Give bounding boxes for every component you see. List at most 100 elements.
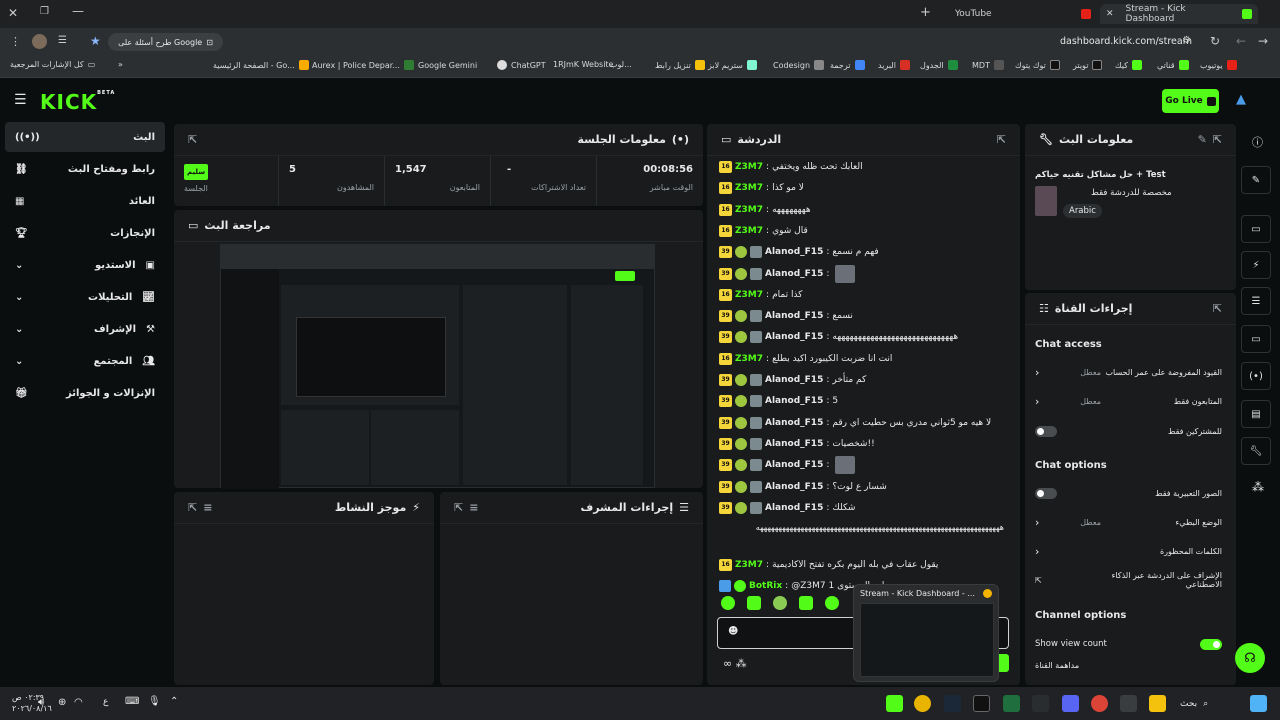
channel-action-row[interactable]: ⇱ الإشراف على الدردشة عبر الذكاء الاصطناع… [1035, 569, 1222, 591]
new-tab-icon[interactable]: + [920, 5, 931, 20]
chrome-icon[interactable] [914, 695, 931, 712]
bookmark-tiktok[interactable]: توك يتوك [1015, 60, 1060, 70]
go-live-button[interactable]: Go Live [1162, 89, 1219, 113]
bookmark-streamlabs[interactable]: ستريم لابز [708, 60, 757, 70]
emote-icon[interactable] [721, 596, 735, 610]
chat-message[interactable]: 16 Z3M7: العابك تحت ظله ويختفي [719, 158, 1010, 176]
chat-username[interactable]: Alanod_F15 [765, 482, 823, 492]
chat-message[interactable]: 39 Alanod_F15: ههههههههههههههههههههههههههه… [719, 328, 1010, 346]
tab-kick-dashboard[interactable]: ✕ Stream - Kick Dashboard [1100, 4, 1258, 24]
hamburger-menu-icon[interactable]: ☰ [14, 92, 27, 108]
rail-live-button[interactable]: (•) [1241, 362, 1271, 390]
chat-message[interactable]: 16 Z3M7: انت انا ضربت الكيبورد اكيد بطلع [719, 350, 1010, 368]
chat-message[interactable]: 39 Alanod_F15: فهم م نسمع [719, 243, 1010, 261]
bookmark-channel[interactable]: قناتي [1157, 60, 1189, 70]
chat-message[interactable]: 39 Alanod_F15: شكلك [719, 499, 1010, 517]
chat-username[interactable]: Alanod_F15 [765, 247, 823, 257]
sidebar-item-achievements[interactable]: 🏆︎ الإنجازات [5, 218, 165, 248]
chat-message[interactable]: 16 Z3M7: ههههههههه [719, 201, 1010, 219]
emoji-icon[interactable]: ☻ [728, 626, 738, 637]
chat-username[interactable]: Alanod_F15 [765, 375, 823, 385]
channel-action-row[interactable]: › معطل الوضع البطيء [1035, 511, 1222, 533]
taskbar-clock[interactable]: ٠٢:٣٩ ص ٢٠٢٦/٠٨/١٦ [12, 692, 52, 714]
popout-icon[interactable]: ⇱ [1213, 302, 1222, 315]
chat-message[interactable]: 39 Alanod_F15: شخصيات!! [719, 435, 1010, 453]
chat-username[interactable]: Alanod_F15 [765, 460, 823, 470]
site-settings-icon[interactable]: ⚙ [1182, 35, 1191, 46]
edit-icon[interactable]: ✎ [1198, 133, 1207, 146]
bookmark-youtube[interactable]: يوتيوب [1200, 60, 1237, 70]
chat-username[interactable]: Z3M7 [735, 162, 763, 172]
chat-settings-icon[interactable]: ∞ ⁂ [723, 657, 747, 670]
emote-icon[interactable] [747, 596, 761, 610]
reload-icon[interactable]: ↻ [1210, 34, 1220, 48]
profile-avatar[interactable] [32, 34, 47, 49]
chat-username[interactable]: Z3M7 [735, 183, 763, 193]
bookmark-kick[interactable]: كيك [1115, 60, 1142, 70]
rail-more-icon[interactable]: ⁂ [1252, 480, 1264, 494]
tray-volume-icon[interactable]: 🔊︎ [38, 697, 44, 708]
channel-action-row[interactable]: الصور التعبيرية فقط [1035, 482, 1222, 504]
sidebar-item-stream-key[interactable]: ⛓ رابط ومفتاح البث [5, 154, 165, 184]
setting-toggle[interactable] [1035, 425, 1057, 437]
rail-chat-button[interactable]: ▭ [1241, 325, 1271, 353]
chat-message[interactable]: 39 Alanod_F15: [719, 264, 1010, 283]
bookmark-codesign[interactable]: Codesign [773, 60, 825, 70]
globe-icon[interactable]: ⊕ [58, 697, 66, 708]
sidebar-item-drops[interactable]: 🎁︎ الإنزالات و الجوائز [5, 378, 165, 408]
chat-username[interactable]: Alanod_F15 [765, 418, 823, 428]
bookmark-star-icon[interactable]: ★ [90, 34, 101, 48]
emote-icon[interactable] [773, 596, 787, 610]
bookmarks-overflow-icon[interactable]: » [118, 60, 123, 69]
chat-username[interactable]: Alanod_F15 [765, 332, 823, 342]
notifications-icon[interactable]: ▲ [1236, 92, 1246, 107]
channel-host-label[interactable]: مداهمة القناة [1035, 661, 1079, 670]
app-icon[interactable] [1032, 695, 1049, 712]
emote-icon[interactable] [799, 596, 813, 610]
tab-close-icon[interactable]: ✕ [1106, 9, 1114, 19]
chat-message[interactable]: 16 Z3M7: كذا تمام [719, 286, 1010, 304]
bookmark-gemini[interactable]: Google Gemini [404, 60, 477, 70]
chrome-icon-2[interactable] [1091, 695, 1108, 712]
bookmark-sheet[interactable]: الجدول [920, 60, 958, 70]
keyboard-icon[interactable]: ⌨ [125, 696, 139, 707]
filter-icon[interactable]: ≡ [469, 501, 478, 514]
popout-icon[interactable]: ⇱ [997, 133, 1006, 146]
chat-username[interactable]: Alanod_F15 [765, 311, 823, 321]
chat-username[interactable]: Alanod_F15 [765, 269, 823, 279]
google-ask-chip[interactable]: طرح أسئلة على Google ⊡ [108, 33, 223, 51]
steam-icon[interactable] [944, 695, 961, 712]
minimize-window-icon[interactable]: — [72, 4, 84, 18]
popout-icon[interactable]: ⇱ [188, 133, 197, 146]
chat-username[interactable]: Alanod_F15 [765, 503, 823, 513]
bookmark-aurex[interactable]: Aurex | Police Depar... [312, 60, 414, 70]
chat-message[interactable]: 39 Alanod_F15: شسار ع لوت؟ [719, 478, 1010, 496]
bookmark-website[interactable]: 1RJmK Website [553, 60, 613, 69]
chat-username[interactable]: Z3M7 [735, 560, 763, 570]
chat-username[interactable]: BotRix [749, 581, 782, 591]
sidebar-item-moderation[interactable]: ⌄ الإشراف ⚒ [5, 314, 165, 344]
bookmark-mdt[interactable]: MDT [972, 60, 1004, 70]
emote-icon[interactable] [825, 596, 839, 610]
popout-icon[interactable]: ⇱ [454, 501, 463, 514]
filter-icon[interactable]: ≡ [203, 501, 212, 514]
chat-username[interactable]: Z3M7 [735, 354, 763, 364]
bookmark-translate[interactable]: ترجمة [830, 60, 865, 70]
chat-username[interactable]: Z3M7 [735, 205, 763, 215]
chat-message[interactable]: 16 Z3M7: لا مو كذا [719, 179, 1010, 197]
chat-message[interactable]: 39 Alanod_F15: [719, 456, 1010, 475]
mic-icon[interactable]: 🎙︎ [148, 696, 161, 707]
windows-start-icon[interactable] [1250, 695, 1267, 712]
bookmark-twitter[interactable]: تويتر [1073, 60, 1103, 70]
language-tag[interactable]: Arabic [1063, 204, 1102, 218]
kick-app-icon[interactable] [886, 695, 903, 712]
support-button[interactable]: ☊ [1235, 643, 1265, 673]
info-icon[interactable]: ⓘ [1252, 134, 1263, 150]
close-window-icon[interactable]: ✕ [8, 6, 18, 20]
excel-icon[interactable] [1003, 695, 1020, 712]
sidebar-item-revenue[interactable]: ▦ العائد [5, 186, 165, 216]
wifi-icon[interactable]: ◠ [74, 697, 83, 708]
sidebar-item-stream[interactable]: ((•)) البث [5, 122, 165, 152]
tab-youtube[interactable]: YouTube [955, 4, 1095, 24]
popout-icon[interactable]: ⇱ [1213, 133, 1222, 146]
